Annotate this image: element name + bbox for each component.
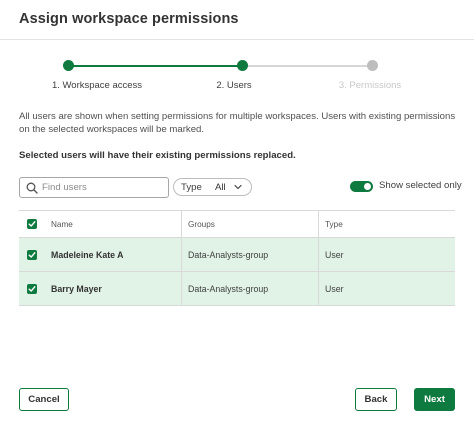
toggle-knob	[364, 183, 371, 190]
user-type: User	[318, 238, 455, 271]
select-all-checkbox[interactable]	[27, 219, 37, 229]
step-label-workspace-access: 1. Workspace access	[51, 80, 143, 91]
stepper-line-pending	[242, 64, 372, 67]
row-checkbox[interactable]	[27, 283, 37, 294]
back-button[interactable]: Back	[355, 388, 397, 411]
table-row[interactable]: Madeleine Kate A Data-Analysts-group Use…	[19, 238, 455, 272]
stepper-line-completed	[68, 64, 242, 67]
info-text: All users are shown when setting permiss…	[19, 111, 456, 135]
check-icon	[28, 285, 36, 292]
chevron-down-icon	[234, 184, 242, 190]
check-icon	[28, 251, 36, 258]
row-checkbox[interactable]	[27, 249, 37, 260]
search-input[interactable]	[42, 180, 164, 195]
dialog-header: Assign workspace permissions	[0, 0, 474, 40]
dialog-title: Assign workspace permissions	[19, 11, 239, 27]
column-header-groups[interactable]: Groups	[181, 211, 318, 237]
row-checkbox-cell	[19, 238, 45, 271]
show-selected-label: Show selected only	[379, 180, 462, 191]
step-dot-users	[237, 60, 248, 71]
cancel-button[interactable]: Cancel	[19, 388, 69, 411]
user-name: Barry Mayer	[51, 283, 102, 294]
step-label-users: 2. Users	[216, 80, 252, 91]
next-button[interactable]: Next	[414, 388, 455, 411]
type-filter-dropdown[interactable]: Type All	[173, 178, 252, 196]
step-label-permissions: 3. Permissions	[338, 80, 402, 91]
column-header-type[interactable]: Type	[318, 211, 455, 237]
show-selected-toggle[interactable]	[350, 181, 373, 192]
stepper: 1. Workspace access 2. Users 3. Permissi…	[0, 56, 474, 96]
column-header-name[interactable]: Name	[45, 211, 181, 237]
search-box[interactable]	[19, 177, 169, 198]
search-icon	[26, 182, 38, 194]
user-groups: Data-Analysts-group	[181, 272, 318, 305]
users-table: Name Groups Type Madeleine Kate A Data-A…	[19, 210, 455, 306]
warning-text: Selected users will have their existing …	[19, 150, 296, 161]
step-dot-workspace-access	[63, 60, 74, 71]
table-header-row: Name Groups Type	[19, 210, 455, 238]
type-filter-label: Type	[181, 182, 202, 193]
select-all-cell	[19, 211, 45, 237]
table-row[interactable]: Barry Mayer Data-Analysts-group User	[19, 272, 455, 306]
user-type: User	[318, 272, 455, 305]
type-filter-value: All	[215, 182, 226, 193]
user-name: Madeleine Kate A	[51, 249, 124, 260]
row-checkbox-cell	[19, 272, 45, 305]
user-groups: Data-Analysts-group	[181, 238, 318, 271]
check-icon	[28, 221, 36, 227]
step-dot-permissions	[367, 60, 378, 71]
